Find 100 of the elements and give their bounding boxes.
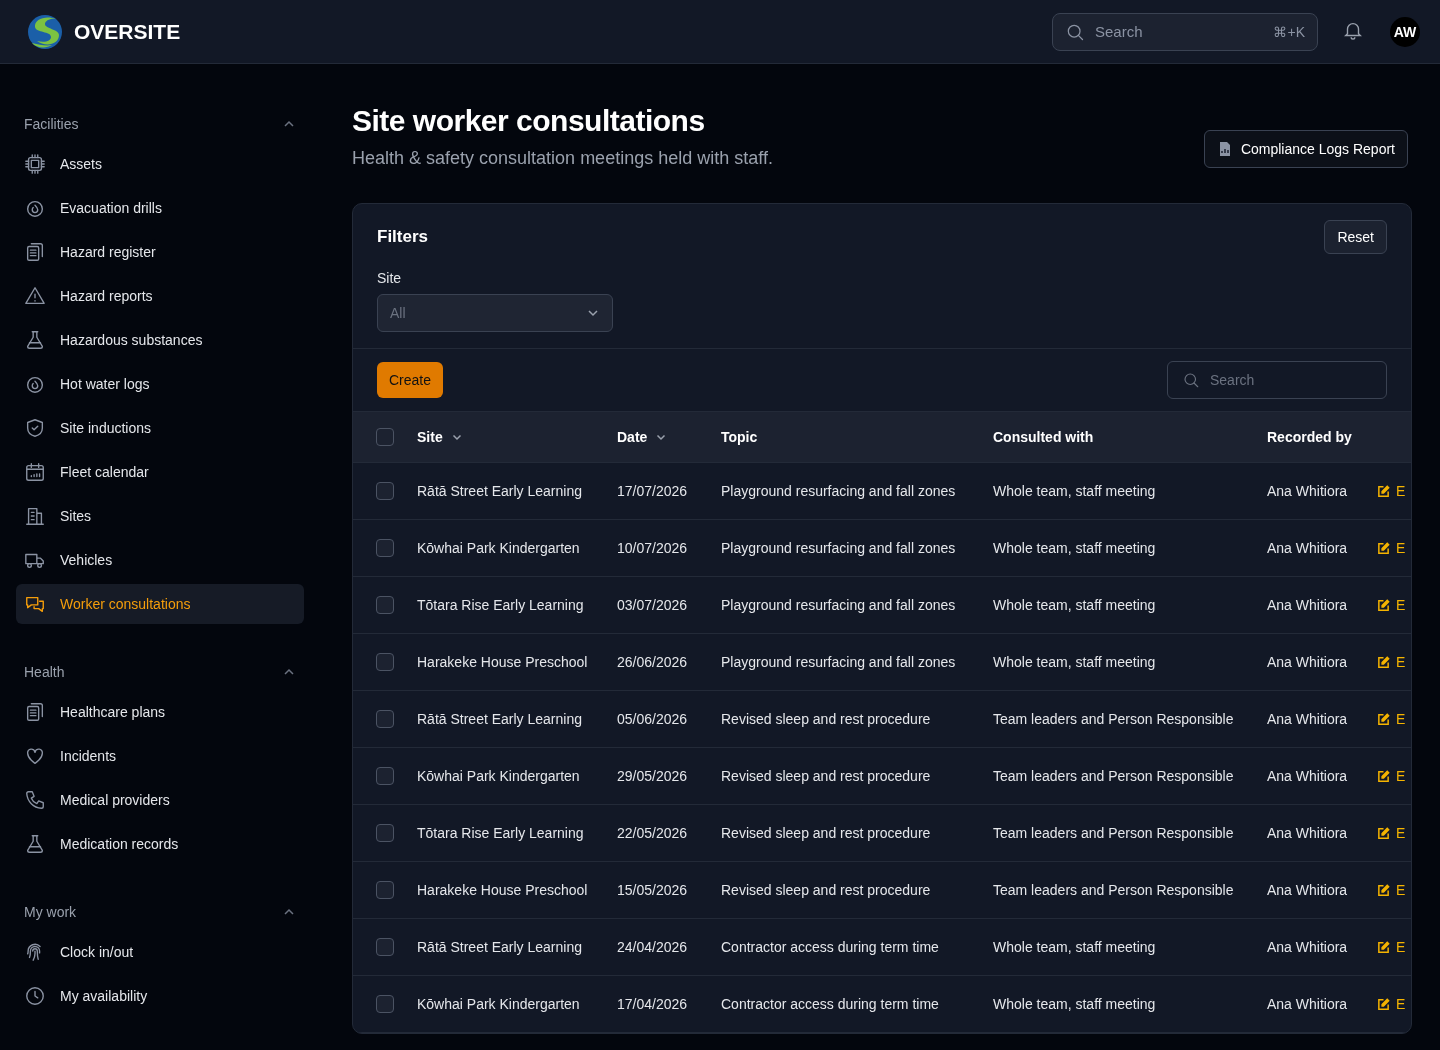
edit-icon[interactable] bbox=[1377, 826, 1390, 840]
page-subtitle: Health & safety consultation meetings held with staff. bbox=[352, 148, 773, 169]
checkbox[interactable] bbox=[376, 596, 394, 614]
column-header[interactable]: Topic bbox=[721, 429, 758, 445]
sidebar-item[interactable]: Hot water logs bbox=[16, 364, 304, 404]
edit-link[interactable]: E bbox=[1396, 882, 1406, 898]
edit-link[interactable]: E bbox=[1396, 768, 1406, 784]
field-label: Site bbox=[377, 270, 403, 286]
table-cell: 10/07/2026 bbox=[617, 540, 688, 556]
table-cell: 05/06/2026 bbox=[617, 711, 688, 727]
table-cell: 24/04/2026 bbox=[617, 939, 688, 955]
table-cell: Whole team, staff meeting bbox=[993, 996, 1156, 1012]
table-cell: Revised sleep and rest procedure bbox=[721, 825, 931, 841]
sidebar-item[interactable]: Evacuation drills bbox=[16, 188, 304, 228]
sidebar-item[interactable]: Assets bbox=[16, 144, 304, 184]
checkbox[interactable] bbox=[376, 428, 394, 446]
table-cell: Contractor access during term time bbox=[721, 939, 939, 955]
checkbox[interactable] bbox=[376, 710, 394, 728]
edit-link[interactable]: E bbox=[1396, 483, 1406, 499]
checkbox[interactable] bbox=[376, 539, 394, 557]
edit-link[interactable]: E bbox=[1396, 540, 1406, 556]
edit-icon[interactable] bbox=[1377, 997, 1390, 1011]
table-cell: Revised sleep and rest procedure bbox=[721, 768, 931, 784]
table-cell: 17/04/2026 bbox=[617, 996, 688, 1012]
checkbox[interactable] bbox=[376, 995, 394, 1013]
edit-icon[interactable] bbox=[1377, 712, 1390, 726]
checkbox[interactable] bbox=[376, 938, 394, 956]
column-header[interactable]: Recorded by bbox=[1267, 429, 1352, 445]
sidebar-item[interactable]: Sites bbox=[16, 496, 304, 536]
user-avatar[interactable]: AW bbox=[1390, 16, 1420, 47]
search-field[interactable]: Search bbox=[1167, 361, 1387, 399]
reset-button[interactable]: Reset bbox=[1324, 220, 1387, 254]
sidebar-item[interactable]: Hazardous substances bbox=[16, 320, 304, 360]
table-cell: Tōtara Rise Early Learning bbox=[417, 597, 584, 613]
flask-icon bbox=[24, 329, 46, 351]
edit-link[interactable]: E bbox=[1396, 939, 1406, 955]
edit-icon[interactable] bbox=[1377, 940, 1390, 954]
table-cell: Team leaders and Person Responsible bbox=[993, 825, 1234, 841]
clipboard-icon bbox=[24, 241, 46, 263]
edit-icon[interactable] bbox=[1377, 484, 1390, 498]
sidebar-item[interactable]: Healthcare plans bbox=[16, 692, 304, 732]
section-heading: My work bbox=[24, 904, 77, 920]
clock-icon bbox=[24, 985, 46, 1007]
edit-link[interactable]: E bbox=[1396, 711, 1406, 727]
table-cell: Contractor access during term time bbox=[721, 996, 939, 1012]
sidebar-item[interactable]: Hazard reports bbox=[16, 276, 304, 316]
sidebar-item[interactable]: Vehicles bbox=[16, 540, 304, 580]
table-cell: Ana Whitiora bbox=[1267, 540, 1348, 556]
column-header[interactable]: Consulted with bbox=[993, 429, 1094, 445]
table-cell: Ana Whitiora bbox=[1267, 711, 1348, 727]
sidebar-item[interactable]: Incidents bbox=[16, 736, 304, 776]
table-cell: Whole team, staff meeting bbox=[993, 597, 1156, 613]
sidebar-item[interactable]: Clock in/out bbox=[16, 932, 304, 972]
sidebar-item[interactable]: Fleet calendar bbox=[16, 452, 304, 492]
edit-icon[interactable] bbox=[1377, 655, 1390, 669]
create-button[interactable]: Create bbox=[377, 362, 444, 398]
edit-link[interactable]: E bbox=[1396, 825, 1406, 841]
logo-icon bbox=[26, 12, 64, 51]
shield-icon bbox=[24, 417, 46, 439]
table-cell: Revised sleep and rest procedure bbox=[721, 711, 931, 727]
table-cell: Kōwhai Park Kindergarten bbox=[417, 996, 580, 1012]
table-cell: Playground resurfacing and fall zones bbox=[721, 540, 956, 556]
chip-icon bbox=[24, 153, 46, 175]
edit-icon[interactable] bbox=[1377, 541, 1390, 555]
table-cell: Ana Whitiora bbox=[1267, 882, 1348, 898]
table-cell: Playground resurfacing and fall zones bbox=[721, 654, 956, 670]
report-button[interactable]: Compliance Logs Report bbox=[1203, 130, 1408, 168]
edit-icon[interactable] bbox=[1377, 883, 1390, 897]
table-cell: Team leaders and Person Responsible bbox=[993, 882, 1234, 898]
table-cell: Ana Whitiora bbox=[1267, 597, 1348, 613]
edit-link[interactable]: E bbox=[1396, 654, 1406, 670]
edit-link[interactable]: E bbox=[1396, 996, 1406, 1012]
table-cell: Playground resurfacing and fall zones bbox=[721, 483, 956, 499]
sidebar-item[interactable]: My availability bbox=[16, 976, 304, 1016]
building-icon bbox=[24, 505, 46, 527]
column-header[interactable]: Date bbox=[617, 429, 648, 445]
checkbox[interactable] bbox=[376, 482, 394, 500]
table-cell: Ana Whitiora bbox=[1267, 996, 1348, 1012]
heart-icon bbox=[24, 745, 46, 767]
phone-icon bbox=[24, 789, 46, 811]
checkbox[interactable] bbox=[376, 824, 394, 842]
table-cell: 22/05/2026 bbox=[617, 825, 688, 841]
edit-icon[interactable] bbox=[1377, 598, 1390, 612]
table-cell: Ana Whitiora bbox=[1267, 825, 1348, 841]
table-cell: Kōwhai Park Kindergarten bbox=[417, 768, 580, 784]
search-field[interactable]: Search ⌘+K bbox=[1052, 12, 1318, 51]
edit-link[interactable]: E bbox=[1396, 597, 1406, 613]
sidebar-item[interactable]: Medical providers bbox=[16, 780, 304, 820]
sidebar-item[interactable]: Site inductions bbox=[16, 408, 304, 448]
filters-title: Filters bbox=[377, 227, 429, 247]
checkbox[interactable] bbox=[376, 653, 394, 671]
checkbox[interactable] bbox=[376, 881, 394, 899]
edit-icon[interactable] bbox=[1377, 769, 1390, 783]
table-cell: Whole team, staff meeting bbox=[993, 654, 1156, 670]
sidebar-item[interactable]: Medication records bbox=[16, 824, 304, 864]
column-header[interactable]: Site bbox=[417, 429, 443, 445]
sidebar-item[interactable]: Worker consultations bbox=[16, 584, 304, 624]
sidebar-item[interactable]: Hazard register bbox=[16, 232, 304, 272]
table-cell: Ana Whitiora bbox=[1267, 654, 1348, 670]
checkbox[interactable] bbox=[376, 767, 394, 785]
